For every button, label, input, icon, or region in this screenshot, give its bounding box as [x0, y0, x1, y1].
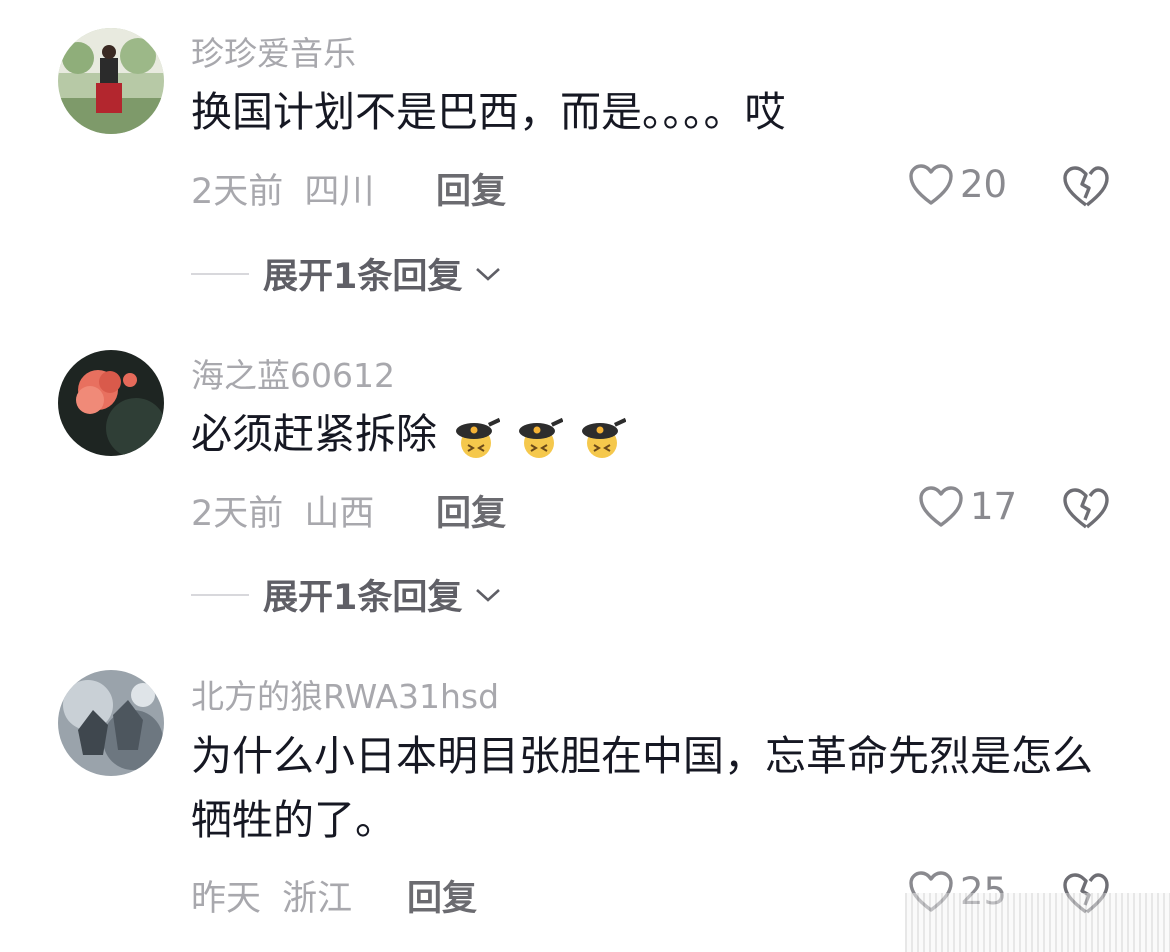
- broken-heart-icon: [1063, 166, 1109, 207]
- username[interactable]: 珍珍爱音乐: [191, 27, 356, 75]
- comment-location: 浙江: [282, 879, 353, 919]
- like-count: 17: [970, 485, 1018, 528]
- comment-location: 四川: [304, 172, 375, 212]
- chevron-down-icon: [476, 267, 501, 281]
- heart-outline-icon: [909, 163, 953, 205]
- comment-meta: 2天前 四川: [191, 163, 374, 214]
- expand-label: 展开1条回复: [263, 257, 463, 297]
- dislike-button[interactable]: [1062, 165, 1110, 209]
- frying-pan-emoji: [519, 417, 564, 458]
- comment-text: 换国计划不是巴西，而是。。。。哎: [191, 88, 786, 136]
- comment-text: 为什么小日本明目张胆在中国，忘革命先烈是怎么牺牲的了。: [191, 732, 1093, 844]
- expand-replies[interactable]: 展开1条回复: [191, 248, 502, 299]
- broken-heart-icon: [1063, 488, 1109, 529]
- reply-button[interactable]: 回复: [436, 163, 506, 214]
- frying-pan-emoji: [456, 417, 501, 458]
- username[interactable]: 北方的狼RWA31hsd: [191, 670, 499, 718]
- comment-time: 昨天: [191, 879, 262, 919]
- comment-text: 必须赶紧拆除: [191, 402, 1131, 466]
- username[interactable]: 海之蓝60612: [191, 349, 395, 397]
- comment-time: 2天前: [191, 494, 284, 534]
- dislike-button[interactable]: [1062, 487, 1110, 531]
- watermark-overlay: [905, 893, 1170, 952]
- avatar[interactable]: [58, 28, 164, 134]
- expand-divider: [191, 272, 249, 275]
- chevron-down-icon: [476, 588, 501, 602]
- comment-location: 山西: [304, 494, 375, 534]
- reply-button[interactable]: 回复: [436, 485, 506, 536]
- frying-pan-emoji: [582, 417, 627, 458]
- expand-replies[interactable]: 展开1条回复: [191, 569, 502, 620]
- like-button[interactable]: 17: [918, 485, 1017, 528]
- avatar[interactable]: [58, 670, 164, 776]
- heart-outline-icon: [919, 485, 963, 527]
- expand-divider: [191, 593, 249, 596]
- like-button[interactable]: 20: [908, 163, 1007, 206]
- comment-meta: 昨天 浙江: [191, 870, 352, 921]
- avatar[interactable]: [58, 350, 164, 456]
- reply-button[interactable]: 回复: [407, 870, 477, 921]
- comment-time: 2天前: [191, 172, 284, 212]
- like-count: 20: [960, 163, 1008, 206]
- comment-text-body: 必须赶紧拆除: [191, 410, 437, 458]
- comment-meta: 2天前 山西: [191, 485, 374, 536]
- expand-label: 展开1条回复: [263, 578, 463, 618]
